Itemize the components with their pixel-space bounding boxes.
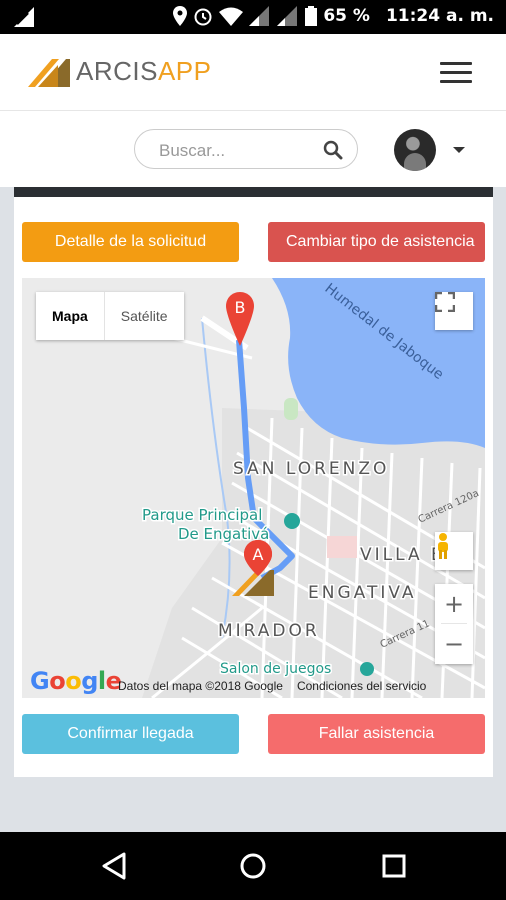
marker-b-label: B xyxy=(235,298,246,317)
google-logo[interactable]: Google xyxy=(30,667,122,695)
salon-poi-icon[interactable] xyxy=(360,662,374,676)
map-attribution: Datos del mapa ©2018 Google Condiciones … xyxy=(118,679,426,693)
cell-signal-2-icon xyxy=(277,6,298,26)
confirm-arrival-button[interactable]: Confirmar llegada xyxy=(22,714,239,754)
assistance-card: Detalle de la solicitud Cambiar tipo de … xyxy=(14,187,493,777)
map-type-satellite-button[interactable]: Satélite xyxy=(105,292,184,340)
map-label-parque-1: Parque Principal xyxy=(142,506,262,524)
map-label-san-lorenzo: SAN LORENZO xyxy=(233,459,389,479)
recents-icon[interactable] xyxy=(380,852,408,880)
map-label-mirador: MIRADOR xyxy=(218,621,320,641)
logo-mark-icon xyxy=(28,58,70,87)
marker-a-label: A xyxy=(253,545,264,564)
signal-icon xyxy=(14,7,34,27)
zoom-control: + − xyxy=(435,584,473,664)
change-assistance-type-button[interactable]: Cambiar tipo de asistencia xyxy=(268,222,485,262)
search-input[interactable] xyxy=(157,140,311,162)
zoom-in-button[interactable]: + xyxy=(435,584,473,623)
map-label-salon: Salon de juegos xyxy=(220,661,331,677)
park-poi-icon[interactable] xyxy=(284,513,300,529)
park-area xyxy=(284,398,298,420)
search-icon[interactable] xyxy=(323,140,343,160)
alarm-icon xyxy=(194,8,212,26)
status-bar: 65 % 11:24 a. m. xyxy=(0,0,506,34)
battery-icon xyxy=(305,6,318,26)
fail-assistance-button[interactable]: Fallar asistencia xyxy=(268,714,485,754)
logo-text-app: APP xyxy=(157,56,212,86)
clock: 11:24 a. m. xyxy=(385,6,494,26)
fullscreen-button[interactable] xyxy=(435,292,473,330)
chevron-down-icon[interactable] xyxy=(453,147,465,153)
logo-text-arcis: ARCIS xyxy=(76,56,158,86)
android-nav-bar xyxy=(0,832,506,900)
card-top-border xyxy=(14,187,493,197)
zoom-out-button[interactable]: − xyxy=(435,624,473,663)
search-box xyxy=(134,129,358,169)
logo-text: ARCISAPP xyxy=(76,56,212,87)
route-map[interactable]: SAN LORENZO Parque Principal De Engativá… xyxy=(22,278,485,698)
map-data-attribution: Datos del mapa ©2018 Google xyxy=(118,679,283,693)
avatar[interactable] xyxy=(394,129,436,171)
map-type-control: Mapa Satélite xyxy=(36,292,184,340)
hamburger-icon[interactable] xyxy=(440,62,472,84)
back-icon[interactable] xyxy=(100,852,128,880)
street-view-button[interactable] xyxy=(435,532,473,570)
home-icon[interactable] xyxy=(239,852,267,880)
terms-of-service-link[interactable]: Condiciones del servicio xyxy=(297,679,426,693)
map-label-villa: VILLA E xyxy=(360,545,445,565)
search-bar xyxy=(0,111,506,187)
wifi-icon xyxy=(219,7,244,26)
map-type-map-button[interactable]: Mapa xyxy=(36,292,105,340)
cell-signal-icon xyxy=(249,6,270,26)
map-label-engativa: ENGATIVA xyxy=(308,583,417,603)
app-logo[interactable]: ARCISAPP xyxy=(28,56,212,87)
battery-level: 65 % xyxy=(323,6,370,26)
fullscreen-icon xyxy=(435,292,455,312)
location-icon xyxy=(173,6,188,26)
app-header: ARCISAPP xyxy=(0,34,506,111)
pegman-icon xyxy=(438,533,448,559)
map-canvas: SAN LORENZO Parque Principal De Engativá… xyxy=(22,278,485,698)
request-detail-button[interactable]: Detalle de la solicitud xyxy=(22,222,239,262)
